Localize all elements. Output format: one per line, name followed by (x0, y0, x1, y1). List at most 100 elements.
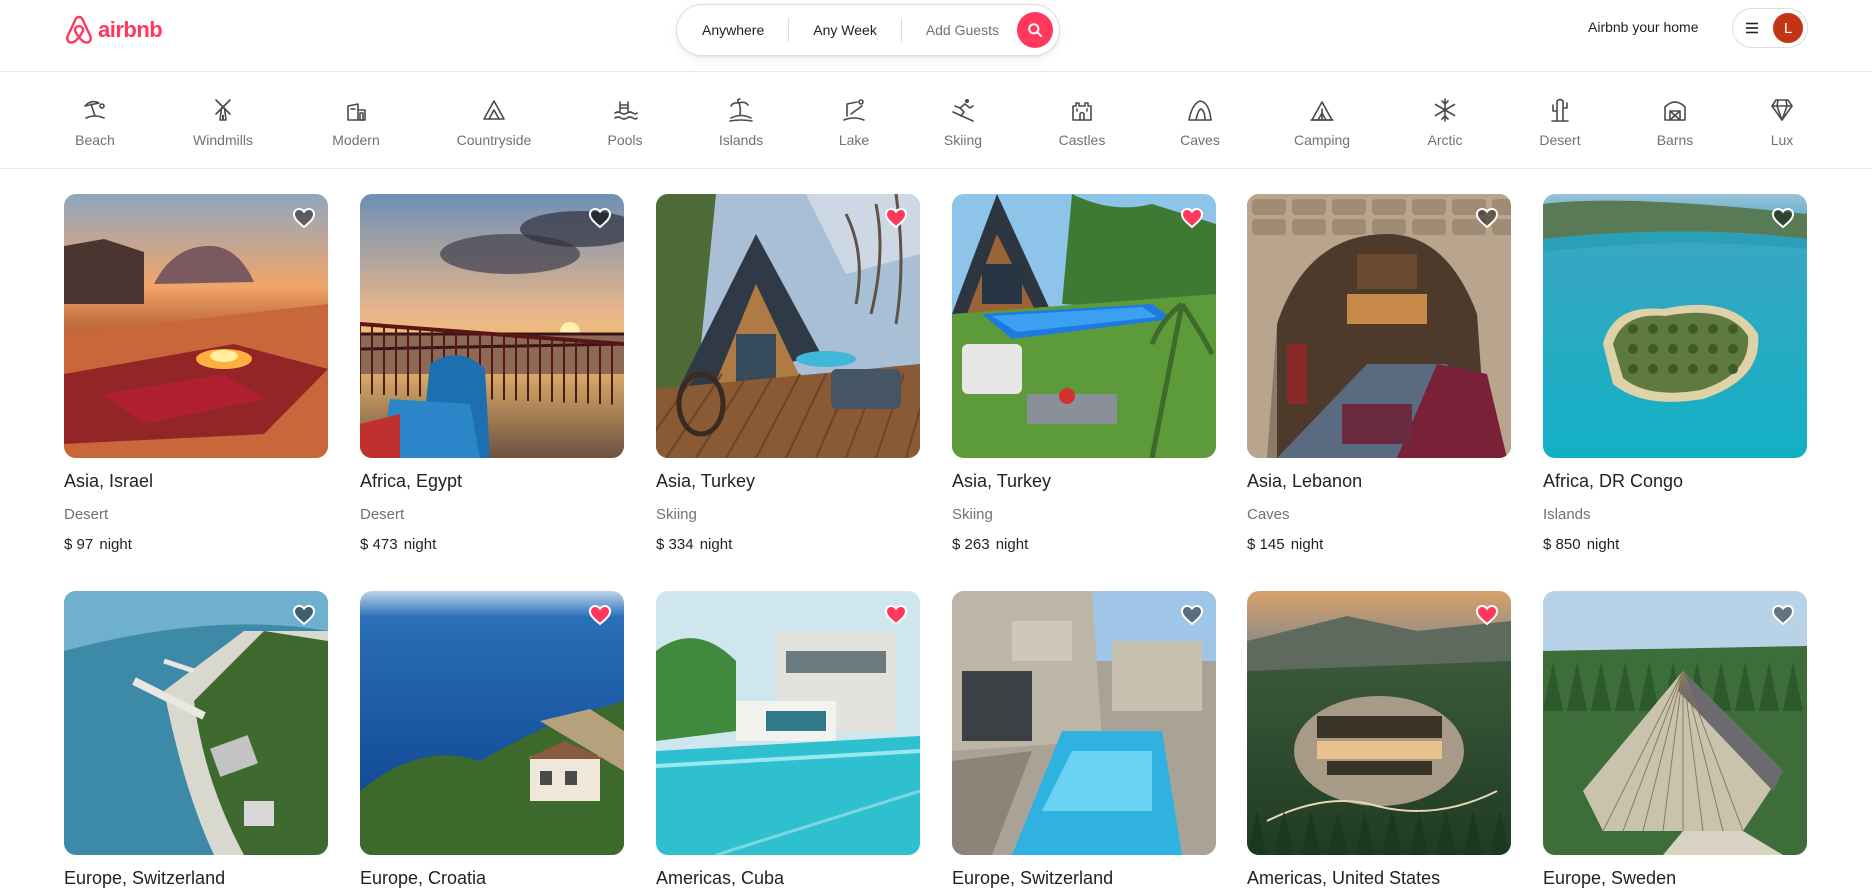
heart-icon (1475, 207, 1499, 229)
listing-price: $ 145 night (1247, 536, 1511, 553)
category-label: Castles (1058, 132, 1106, 148)
listing-card[interactable]: Asia, Lebanon Caves $ 145 night (1247, 194, 1511, 553)
listing-card[interactable]: Americas, Cuba (656, 591, 920, 889)
search-button[interactable] (1017, 12, 1053, 48)
category-caves[interactable]: Caves (1145, 96, 1255, 148)
category-label: Countryside (456, 132, 532, 148)
listing-image (1543, 194, 1807, 458)
listing-category: Desert (64, 506, 109, 523)
price-unit: night (403, 536, 437, 553)
favorite-button[interactable] (884, 206, 908, 230)
airbnb-your-home-link[interactable]: Airbnb your home (1588, 19, 1699, 35)
favorite-button[interactable] (1475, 603, 1499, 627)
barn-icon (1664, 101, 1686, 121)
listing-photo[interactable] (1247, 194, 1511, 458)
listing-category: Islands (1543, 506, 1591, 523)
listing-image (360, 591, 624, 855)
category-castles[interactable]: Castles (1027, 96, 1137, 148)
category-label: Lake (838, 132, 870, 148)
listing-price: $ 850 night (1543, 536, 1807, 553)
diamond-icon (1771, 99, 1793, 121)
listing-card[interactable]: Europe, Switzerland (952, 591, 1216, 889)
listing-photo[interactable] (1247, 591, 1511, 855)
listing-card[interactable]: Europe, Croatia (360, 591, 624, 889)
favorite-button[interactable] (292, 603, 316, 627)
skiing-icon (952, 99, 974, 122)
favorite-button[interactable] (1771, 206, 1795, 230)
listing-photo[interactable] (1543, 591, 1807, 855)
listing-price: $ 334 night (656, 536, 920, 553)
category-arctic[interactable]: Arctic (1390, 96, 1500, 148)
search-bar[interactable]: Anywhere Any Week Add Guests (676, 4, 1060, 56)
category-lake[interactable]: Lake (799, 96, 909, 148)
listing-category: Skiing (656, 506, 697, 523)
listing-photo[interactable] (952, 194, 1216, 458)
user-menu-button[interactable]: L (1732, 8, 1808, 48)
favorite-button[interactable] (884, 603, 908, 627)
pool-icon (614, 101, 638, 120)
listing-photo[interactable] (360, 194, 624, 458)
beach-icon (84, 100, 105, 119)
favorite-button[interactable] (1475, 206, 1499, 230)
cactus-icon (1551, 98, 1569, 122)
price-amount: $ 850 (1543, 536, 1581, 553)
listing-card[interactable]: Asia, Turkey Skiing $ 334 night (656, 194, 920, 553)
heart-icon (1771, 604, 1795, 626)
listing-photo[interactable] (64, 591, 328, 855)
category-beach[interactable]: Beach (40, 96, 150, 148)
category-windmills[interactable]: Windmills (168, 96, 278, 148)
listing-price: $ 263 night (952, 536, 1216, 553)
favorite-button[interactable] (1180, 206, 1204, 230)
listing-photo[interactable] (656, 591, 920, 855)
listing-card[interactable]: Europe, Switzerland (64, 591, 328, 889)
listing-location: Africa, Egypt (360, 471, 463, 491)
listing-card[interactable]: Europe, Sweden (1543, 591, 1807, 889)
listing-category: Skiing (952, 506, 993, 523)
category-label: Windmills (193, 132, 253, 148)
listing-photo[interactable] (656, 194, 920, 458)
search-divider (788, 18, 790, 42)
listing-card[interactable]: Americas, United States (1247, 591, 1511, 889)
category-camping[interactable]: Camping (1267, 96, 1377, 148)
listing-location: Europe, Switzerland (64, 868, 226, 888)
search-guests[interactable]: Add Guests (926, 22, 999, 38)
castle-icon (1072, 102, 1092, 121)
windmill-icon (215, 99, 231, 121)
listing-photo[interactable] (360, 591, 624, 855)
price-amount: $ 145 (1247, 536, 1285, 553)
category-label: Lux (1770, 132, 1794, 148)
favorite-button[interactable] (1771, 603, 1795, 627)
favorite-button[interactable] (292, 206, 316, 230)
search-when[interactable]: Any Week (813, 22, 877, 38)
category-countryside[interactable]: Countryside (439, 96, 549, 148)
category-label: Modern (332, 132, 380, 148)
category-desert[interactable]: Desert (1505, 96, 1615, 148)
listing-card[interactable]: Africa, DR Congo Islands $ 850 night (1543, 194, 1807, 553)
airbnb-logo[interactable]: airbnb (64, 14, 163, 46)
listing-card[interactable]: Africa, Egypt Desert $ 473 night (360, 194, 624, 553)
listing-image (360, 194, 624, 458)
listing-card[interactable]: Asia, Israel Desert $ 97 night (64, 194, 328, 553)
favorite-button[interactable] (588, 603, 612, 627)
listing-price: $ 473 night (360, 536, 624, 553)
category-islands[interactable]: Islands (686, 96, 796, 148)
category-skiing[interactable]: Skiing (908, 96, 1018, 148)
category-lux[interactable]: Lux (1727, 96, 1837, 148)
favorite-button[interactable] (1180, 603, 1204, 627)
category-barns[interactable]: Barns (1620, 96, 1730, 148)
heart-icon (1771, 207, 1795, 229)
listing-image (656, 591, 920, 855)
category-pools[interactable]: Pools (570, 96, 680, 148)
heart-icon (588, 207, 612, 229)
search-where[interactable]: Anywhere (702, 22, 764, 38)
category-modern[interactable]: Modern (301, 96, 411, 148)
listing-location: Europe, Croatia (360, 868, 487, 888)
avatar: L (1773, 13, 1803, 43)
favorite-button[interactable] (588, 206, 612, 230)
listing-card[interactable]: Asia, Turkey Skiing $ 263 night (952, 194, 1216, 553)
listing-price: $ 97 night (64, 536, 328, 553)
listing-photo[interactable] (952, 591, 1216, 855)
listing-photo[interactable] (1543, 194, 1807, 458)
heart-icon (884, 207, 908, 229)
listing-photo[interactable] (64, 194, 328, 458)
